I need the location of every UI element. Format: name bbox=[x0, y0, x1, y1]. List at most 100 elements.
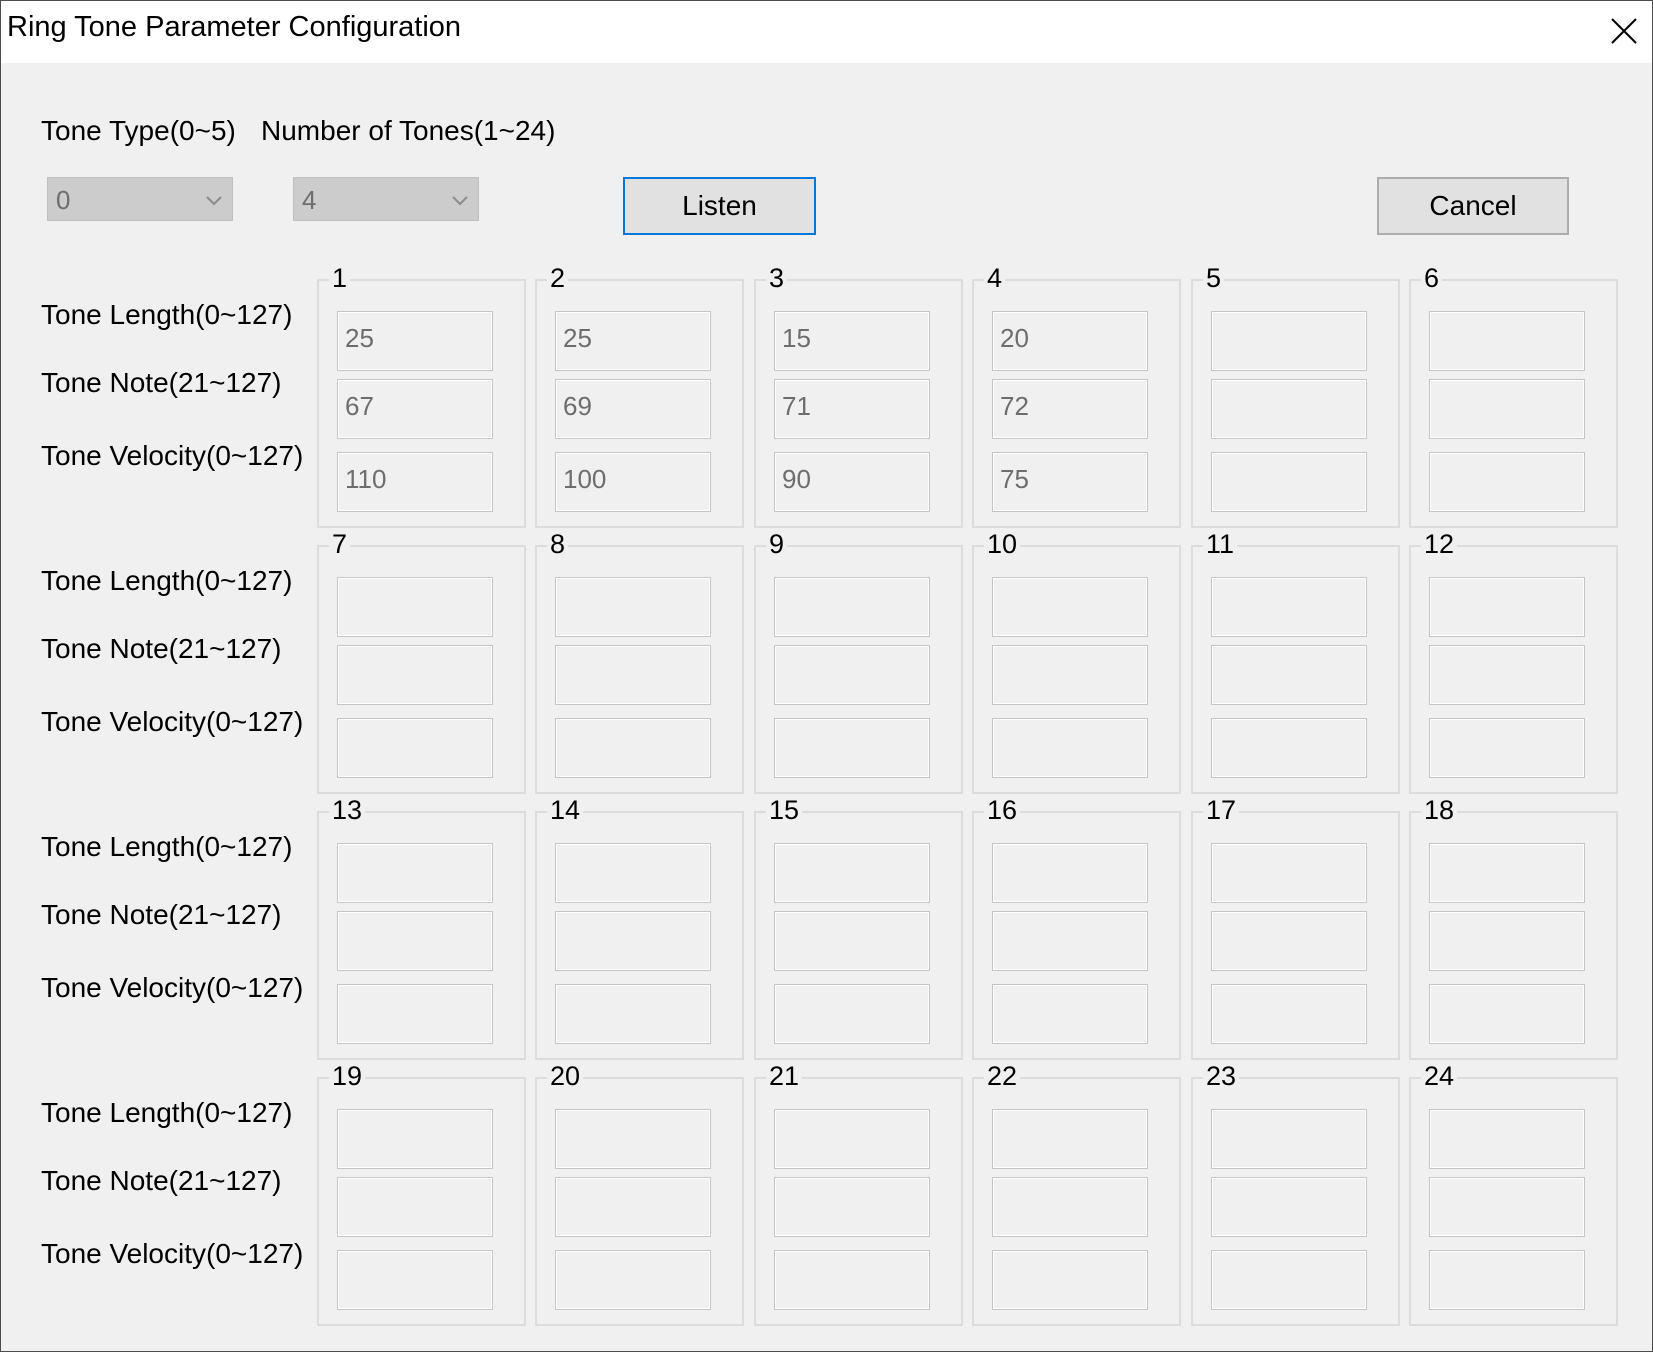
tone-velocity-input[interactable] bbox=[992, 718, 1148, 778]
tone-note-input[interactable] bbox=[992, 645, 1148, 705]
tone-note-input[interactable] bbox=[992, 911, 1148, 971]
number-of-tones-select[interactable]: 4 bbox=[293, 177, 479, 221]
tone-velocity-input[interactable] bbox=[337, 718, 493, 778]
tone-group: 8 bbox=[535, 529, 744, 794]
tone-note-input[interactable] bbox=[992, 1177, 1148, 1237]
tone-note-input[interactable]: 69 bbox=[555, 379, 711, 439]
tone-velocity-input[interactable]: 75 bbox=[992, 452, 1148, 512]
tone-note-input[interactable] bbox=[1211, 911, 1367, 971]
tone-number: 15 bbox=[766, 795, 803, 825]
tone-length-input[interactable] bbox=[1429, 577, 1585, 637]
listen-button[interactable]: Listen bbox=[623, 177, 816, 235]
tone-group: 22 bbox=[972, 1061, 1181, 1326]
tone-velocity-input[interactable] bbox=[337, 984, 493, 1044]
tone-velocity-input[interactable] bbox=[774, 984, 930, 1044]
tone-velocity-input[interactable] bbox=[1429, 718, 1585, 778]
tone-velocity-input[interactable] bbox=[992, 984, 1148, 1044]
tone-note-input[interactable] bbox=[337, 1177, 493, 1237]
tone-group: 2 25 69 100 bbox=[535, 263, 744, 528]
tone-note-input[interactable] bbox=[1211, 1177, 1367, 1237]
tone-number: 23 bbox=[1203, 1061, 1240, 1091]
tone-velocity-input[interactable] bbox=[1429, 984, 1585, 1044]
tone-length-input[interactable] bbox=[774, 843, 930, 903]
tone-length-input[interactable] bbox=[1429, 311, 1585, 371]
tone-velocity-input[interactable] bbox=[992, 1250, 1148, 1310]
tone-note-input[interactable] bbox=[1429, 911, 1585, 971]
tone-note-input[interactable] bbox=[774, 911, 930, 971]
tone-length-input[interactable] bbox=[555, 1109, 711, 1169]
cancel-button[interactable]: Cancel bbox=[1377, 177, 1569, 235]
tone-note-input[interactable]: 71 bbox=[774, 379, 930, 439]
tone-velocity-input[interactable] bbox=[1429, 1250, 1585, 1310]
tone-group: 9 bbox=[754, 529, 963, 794]
tone-length-input[interactable] bbox=[774, 1109, 930, 1169]
tone-velocity-input[interactable] bbox=[1429, 452, 1585, 512]
tone-length-input[interactable] bbox=[774, 577, 930, 637]
tone-length-input[interactable] bbox=[1211, 1109, 1367, 1169]
tone-length-input[interactable] bbox=[1211, 843, 1367, 903]
row-label-note: Tone Note(21~127) bbox=[41, 899, 282, 930]
tone-length-input[interactable]: 20 bbox=[992, 311, 1148, 371]
tone-velocity-value: 75 bbox=[1000, 464, 1029, 494]
tone-type-select[interactable]: 0 bbox=[47, 177, 233, 221]
tone-note-input[interactable] bbox=[774, 1177, 930, 1237]
tone-length-input[interactable] bbox=[992, 577, 1148, 637]
tone-note-input[interactable] bbox=[1211, 379, 1367, 439]
tone-note-input[interactable]: 67 bbox=[337, 379, 493, 439]
tone-velocity-input[interactable] bbox=[555, 984, 711, 1044]
row-label-note: Tone Note(21~127) bbox=[41, 367, 282, 398]
tone-velocity-input[interactable] bbox=[774, 1250, 930, 1310]
tone-length-input[interactable]: 25 bbox=[337, 311, 493, 371]
tone-length-input[interactable] bbox=[555, 843, 711, 903]
row-label-velocity: Tone Velocity(0~127) bbox=[41, 972, 304, 1003]
tone-type-label: Tone Type(0~5) bbox=[41, 115, 236, 146]
tone-note-input[interactable] bbox=[555, 911, 711, 971]
tone-length-input[interactable] bbox=[337, 843, 493, 903]
tone-velocity-input[interactable] bbox=[1211, 984, 1367, 1044]
tone-note-input[interactable] bbox=[1429, 379, 1585, 439]
tone-note-input[interactable] bbox=[1211, 645, 1367, 705]
tone-velocity-input[interactable] bbox=[337, 1250, 493, 1310]
tone-number: 11 bbox=[1203, 529, 1238, 559]
tone-length-input[interactable] bbox=[337, 1109, 493, 1169]
tone-group: 24 bbox=[1409, 1061, 1618, 1326]
tone-velocity-input[interactable] bbox=[1211, 452, 1367, 512]
tone-length-input[interactable]: 25 bbox=[555, 311, 711, 371]
tone-velocity-input[interactable]: 100 bbox=[555, 452, 711, 512]
tone-velocity-input[interactable]: 90 bbox=[774, 452, 930, 512]
tone-note-input[interactable] bbox=[337, 911, 493, 971]
tone-length-input[interactable] bbox=[1429, 843, 1585, 903]
tone-note-input[interactable] bbox=[555, 1177, 711, 1237]
tone-length-input[interactable] bbox=[337, 577, 493, 637]
number-of-tones-label: Number of Tones(1~24) bbox=[261, 115, 556, 146]
tone-velocity-input[interactable] bbox=[774, 718, 930, 778]
tone-length-input[interactable] bbox=[1211, 577, 1367, 637]
tone-number: 13 bbox=[329, 795, 366, 825]
tone-velocity-input[interactable] bbox=[1211, 718, 1367, 778]
tone-note-value: 72 bbox=[1000, 391, 1029, 421]
row-label-length: Tone Length(0~127) bbox=[41, 299, 293, 330]
tone-group: 7 bbox=[317, 529, 526, 794]
tone-length-input[interactable]: 15 bbox=[774, 311, 930, 371]
tone-note-input[interactable] bbox=[774, 645, 930, 705]
tone-note-input[interactable] bbox=[337, 645, 493, 705]
tone-length-input[interactable] bbox=[992, 843, 1148, 903]
close-button[interactable] bbox=[1604, 11, 1644, 51]
tone-velocity-input[interactable]: 110 bbox=[337, 452, 493, 512]
tone-note-input[interactable] bbox=[1429, 645, 1585, 705]
tone-note-input[interactable] bbox=[555, 645, 711, 705]
tone-length-input[interactable] bbox=[1211, 311, 1367, 371]
tone-group: 23 bbox=[1191, 1061, 1400, 1326]
tone-velocity-value: 110 bbox=[345, 464, 387, 494]
tone-velocity-input[interactable] bbox=[555, 718, 711, 778]
tone-velocity-input[interactable] bbox=[1211, 1250, 1367, 1310]
dialog-window: Ring Tone Parameter Configuration Tone T… bbox=[0, 0, 1653, 1352]
tone-velocity-input[interactable] bbox=[555, 1250, 711, 1310]
tone-number: 19 bbox=[329, 1061, 366, 1091]
tone-note-input[interactable] bbox=[1429, 1177, 1585, 1237]
tone-number: 16 bbox=[984, 795, 1021, 825]
tone-length-input[interactable] bbox=[992, 1109, 1148, 1169]
tone-length-input[interactable] bbox=[555, 577, 711, 637]
tone-length-input[interactable] bbox=[1429, 1109, 1585, 1169]
tone-note-input[interactable]: 72 bbox=[992, 379, 1148, 439]
